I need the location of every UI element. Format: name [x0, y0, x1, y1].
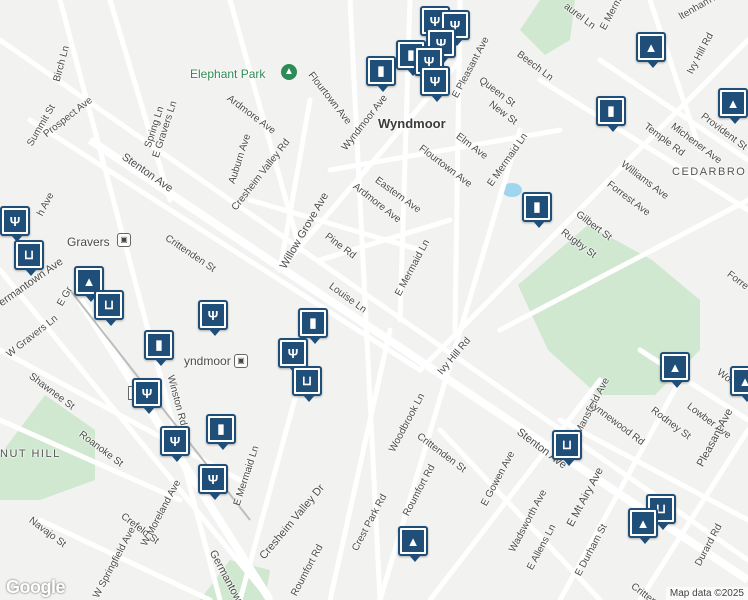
- school-icon[interactable]: ▲: [718, 88, 748, 124]
- restaurant-icon[interactable]: Ψ: [132, 378, 162, 414]
- map-attribution[interactable]: Map data ©2025: [665, 587, 748, 600]
- grocery-cart-icon[interactable]: ⊔: [552, 430, 582, 466]
- school-icon[interactable]: ▲: [730, 366, 748, 402]
- school-icon[interactable]: ▲: [636, 32, 666, 68]
- grocery-cart-icon[interactable]: ⊔: [14, 240, 44, 276]
- shopping-bag-icon[interactable]: ▮: [596, 96, 626, 132]
- shopping-bag-icon[interactable]: ▮: [298, 308, 328, 344]
- restaurant-icon[interactable]: Ψ: [420, 66, 450, 102]
- school-icon[interactable]: ▲: [398, 526, 428, 562]
- school-icon[interactable]: ▲: [628, 508, 658, 544]
- shopping-bag-icon[interactable]: ▮: [144, 330, 174, 366]
- restaurant-icon[interactable]: Ψ: [0, 206, 30, 242]
- train-station-icon[interactable]: ▣: [117, 233, 131, 247]
- restaurant-icon[interactable]: Ψ: [278, 338, 308, 374]
- restaurant-icon[interactable]: Ψ: [160, 426, 190, 462]
- restaurant-icon[interactable]: Ψ: [198, 300, 228, 336]
- grocery-cart-icon[interactable]: ⊔: [292, 366, 322, 402]
- restaurant-icon[interactable]: Ψ: [198, 464, 228, 500]
- train-station-icon[interactable]: ▣: [234, 354, 248, 368]
- google-logo: Google: [6, 577, 66, 597]
- shopping-bag-icon[interactable]: ▮: [206, 414, 236, 450]
- shopping-bag-icon[interactable]: ▮: [366, 56, 396, 92]
- grocery-cart-icon[interactable]: ⊔: [94, 290, 124, 326]
- shopping-bag-icon[interactable]: ▮: [522, 192, 552, 228]
- chestnut-hill-park: [0, 395, 95, 500]
- park-tree-icon[interactable]: ▲: [281, 64, 297, 80]
- school-icon[interactable]: ▲: [660, 352, 690, 388]
- map-canvas[interactable]: Wyndmoor CEDARBRO NUT HILL Elephant Park…: [0, 0, 748, 600]
- top-park: [520, 0, 575, 55]
